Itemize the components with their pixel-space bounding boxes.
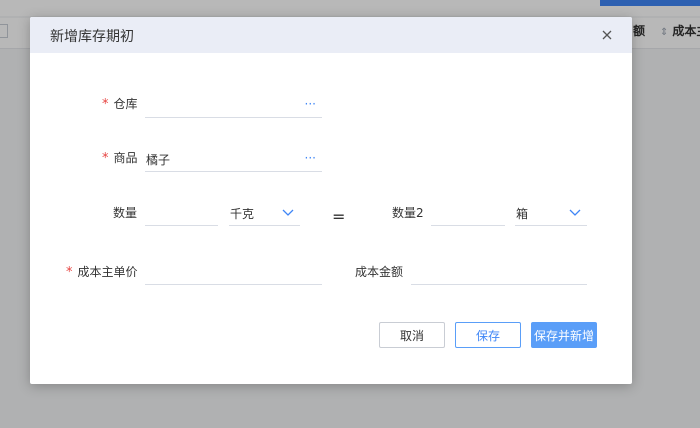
quantity2-unit-select[interactable]: 箱: [515, 205, 587, 226]
required-mark: *: [66, 265, 73, 280]
quantity2-unit-value: 箱: [516, 207, 529, 221]
chevron-down-icon: [569, 209, 581, 216]
product-label: * 商品: [102, 149, 138, 166]
product-label-text: 商品: [113, 151, 138, 165]
required-mark: *: [102, 97, 109, 112]
chevron-down-icon: [282, 209, 294, 216]
quantity-unit-value: 千克: [230, 207, 255, 221]
unit-cost-label: * 成本主单价: [66, 263, 138, 280]
quantity-input[interactable]: [145, 205, 218, 226]
product-value: 橘子: [146, 153, 171, 167]
cost-amount-label: 成本金额: [355, 265, 404, 279]
save-button[interactable]: 保存: [455, 322, 521, 348]
new-opening-stock-dialog: 新增库存期初 * 仓库 ··· * 商品 橘子 ··· 数量 千克 = 数量2 箱 …: [30, 17, 632, 384]
required-mark: *: [102, 151, 109, 166]
cancel-button[interactable]: 取消: [379, 322, 445, 348]
close-icon[interactable]: [598, 26, 616, 44]
ellipsis-icon[interactable]: ···: [305, 95, 316, 113]
warehouse-field[interactable]: ···: [145, 97, 322, 118]
save-and-new-button[interactable]: 保存并新增: [531, 322, 597, 348]
quantity-label: 数量: [113, 206, 138, 220]
unit-cost-label-text: 成本主单价: [77, 265, 138, 279]
warehouse-label-text: 仓库: [113, 97, 138, 111]
quantity-unit-select[interactable]: 千克: [229, 205, 300, 226]
dialog-title: 新增库存期初: [50, 29, 134, 45]
quantity2-input[interactable]: [431, 205, 505, 226]
dialog-header: 新增库存期初: [30, 17, 632, 53]
ellipsis-icon[interactable]: ···: [305, 149, 316, 167]
product-field[interactable]: 橘子 ···: [145, 151, 322, 172]
equals-sign: =: [332, 207, 346, 226]
cost-amount-input[interactable]: [411, 264, 587, 285]
quantity2-label: 数量2: [392, 206, 424, 220]
warehouse-label: * 仓库: [102, 95, 138, 112]
unit-cost-input[interactable]: [145, 264, 322, 285]
